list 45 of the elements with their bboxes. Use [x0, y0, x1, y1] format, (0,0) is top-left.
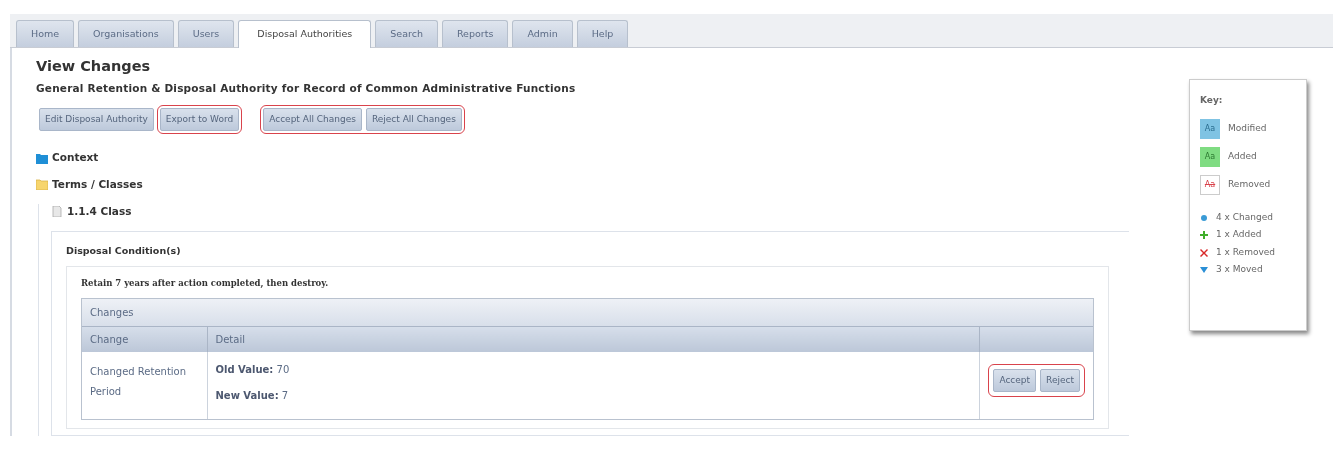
folder-icon: [36, 152, 48, 164]
condition-text: Retain 7 years after action completed, then destroy.: [81, 276, 330, 290]
circle-icon: [1200, 213, 1208, 222]
page-title: View Changes: [36, 57, 152, 77]
down-triangle-icon: [1200, 266, 1208, 274]
folder-icon: [36, 179, 48, 191]
page-subtitle: General Retention & Disposal Authority for Record of Common Administrative Functions: [36, 81, 577, 96]
column-header: Change: [82, 326, 207, 352]
key-label: Removed: [1228, 178, 1271, 191]
key-label: Added: [1228, 150, 1257, 163]
nav-tab[interactable]: Reports: [441, 20, 509, 48]
detail-text: New Value: 7: [215, 388, 290, 403]
section-title: Disposal Condition(s): [66, 243, 182, 258]
cross-icon: [1200, 248, 1208, 257]
key-count: 4 x Changed: [1216, 210, 1273, 224]
nav-tab[interactable]: Disposal Authorities: [238, 20, 372, 49]
nav-tab[interactable]: Help: [576, 20, 629, 48]
detail-text: Old Value: 70: [215, 362, 291, 377]
tree-item[interactable]: Terms / Classes: [52, 177, 143, 193]
document-icon: [51, 206, 63, 218]
style-swatch: Aa: [1200, 146, 1220, 167]
action-button[interactable]: Reject All Changes: [365, 107, 462, 132]
nav-tab[interactable]: Users: [177, 20, 235, 48]
action-button[interactable]: Accept All Changes: [263, 107, 362, 132]
nav-tab[interactable]: Admin: [512, 20, 573, 48]
key-count: 3 x Moved: [1216, 263, 1263, 277]
style-swatch: Aa: [1200, 118, 1220, 139]
key-label: Modified: [1228, 122, 1267, 135]
plus-icon: [1200, 231, 1208, 239]
table-caption: Changes: [82, 298, 1093, 327]
nav-tab[interactable]: Home: [16, 20, 75, 48]
style-swatch: Aa: [1200, 174, 1220, 195]
tree-item[interactable]: 1.1.4 Class: [67, 203, 132, 220]
action-button[interactable]: Export to Word: [159, 107, 240, 132]
action-button[interactable]: Reject: [1040, 368, 1080, 392]
nav-tab[interactable]: Search: [375, 20, 438, 48]
action-button[interactable]: Edit Disposal Authority: [39, 107, 154, 132]
action-button[interactable]: Accept: [993, 368, 1037, 392]
key-count: 1 x Removed: [1216, 245, 1275, 259]
column-header: Detail: [207, 326, 980, 352]
tree-item[interactable]: Context: [52, 150, 99, 166]
nav-tab[interactable]: Organisations: [78, 20, 174, 48]
key-title: Key:: [1200, 94, 1224, 108]
table-cell-text: Changed Retention Period: [90, 364, 188, 399]
key-count: 1 x Added: [1216, 228, 1262, 242]
